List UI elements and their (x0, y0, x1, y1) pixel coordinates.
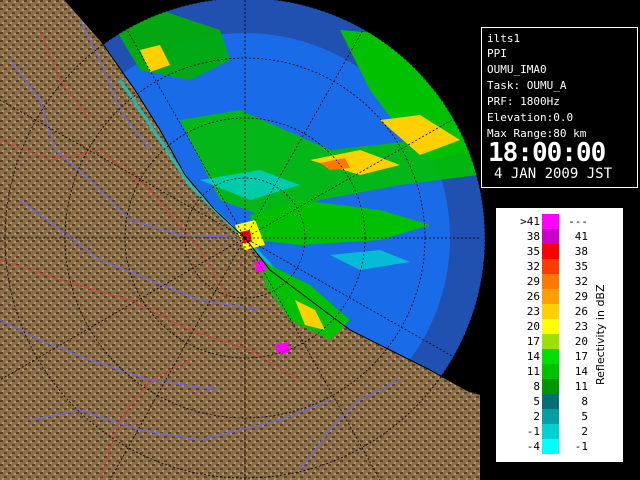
legend-high-value: 14 (574, 365, 588, 378)
legend-high-value: 8 (581, 395, 588, 408)
legend-low-value: 20 (526, 320, 540, 333)
legend-swatch (542, 394, 559, 409)
legend-high-value: 29 (574, 290, 588, 303)
legend-swatch (542, 424, 559, 439)
station-name: ilts1 (487, 32, 521, 45)
legend-high-value: 5 (581, 410, 588, 423)
legend-high-value: 38 (574, 245, 588, 258)
observation-time: 18:00:00 (488, 138, 606, 168)
legend-swatch (542, 289, 559, 304)
legend-swatch (542, 364, 559, 379)
info-panel: ilts1 PPI OUMU_IMA0 Task: OUMU_A PRF: 18… (481, 27, 638, 188)
legend-swatch (542, 409, 559, 424)
legend-swatch (542, 259, 559, 274)
legend-swatch (542, 319, 559, 334)
legend-low-value: 8 (533, 380, 540, 393)
legend-low-value: 26 (526, 290, 540, 303)
legend-high-value: 20 (574, 335, 588, 348)
legend-low-value: 29 (526, 275, 540, 288)
legend-row: >41 --- (498, 214, 621, 229)
product-type: PPI (487, 47, 507, 60)
legend-low-value: 14 (526, 350, 540, 363)
legend-high-value: 23 (574, 320, 588, 333)
legend-low-value: 38 (526, 230, 540, 243)
legend-swatch (542, 349, 559, 364)
legend-high-value: 35 (574, 260, 588, 273)
legend-high-value: -1 (574, 440, 588, 453)
task-name: Task: OUMU_A (487, 79, 567, 92)
color-legend: >41 --- 38 41 35 38 32 35 29 32 26 29 23 26 20 23 17 20 14… (496, 208, 623, 462)
legend-swatch (542, 439, 559, 454)
legend-swatch (542, 229, 559, 244)
legend-swatch (542, 304, 559, 319)
legend-low-value: 2 (533, 410, 540, 423)
legend-swatch (542, 244, 559, 259)
observation-date: 4 JAN 2009 JST (494, 166, 613, 182)
legend-low-value: >41 (520, 215, 540, 228)
prf-value: PRF: 1800Hz (487, 95, 560, 108)
legend-low-value: -1 (526, 425, 540, 438)
legend-swatch (542, 214, 559, 229)
elevation-value: Elevation:0.0 (487, 111, 574, 124)
legend-low-value: 17 (526, 335, 540, 348)
legend-low-value: 5 (533, 395, 540, 408)
legend-high-value: 17 (574, 350, 588, 363)
volume-name: OUMU_IMA0 (487, 63, 547, 76)
legend-high-value: 26 (574, 305, 588, 318)
legend-unit-label: Reflectivity in dBZ (594, 284, 607, 386)
legend-high-value: 11 (574, 380, 588, 393)
legend-low-value: 11 (526, 365, 540, 378)
legend-high-value: --- (568, 215, 588, 228)
legend-swatch (542, 334, 559, 349)
legend-low-value: 23 (526, 305, 540, 318)
legend-row: -4 -1 (498, 439, 621, 454)
legend-low-value: 35 (526, 245, 540, 258)
legend-low-value: -4 (526, 440, 540, 453)
legend-high-value: 2 (581, 425, 588, 438)
legend-swatch (542, 379, 559, 394)
legend-high-value: 41 (574, 230, 588, 243)
legend-swatch (542, 274, 559, 289)
legend-high-value: 32 (574, 275, 588, 288)
legend-low-value: 32 (526, 260, 540, 273)
